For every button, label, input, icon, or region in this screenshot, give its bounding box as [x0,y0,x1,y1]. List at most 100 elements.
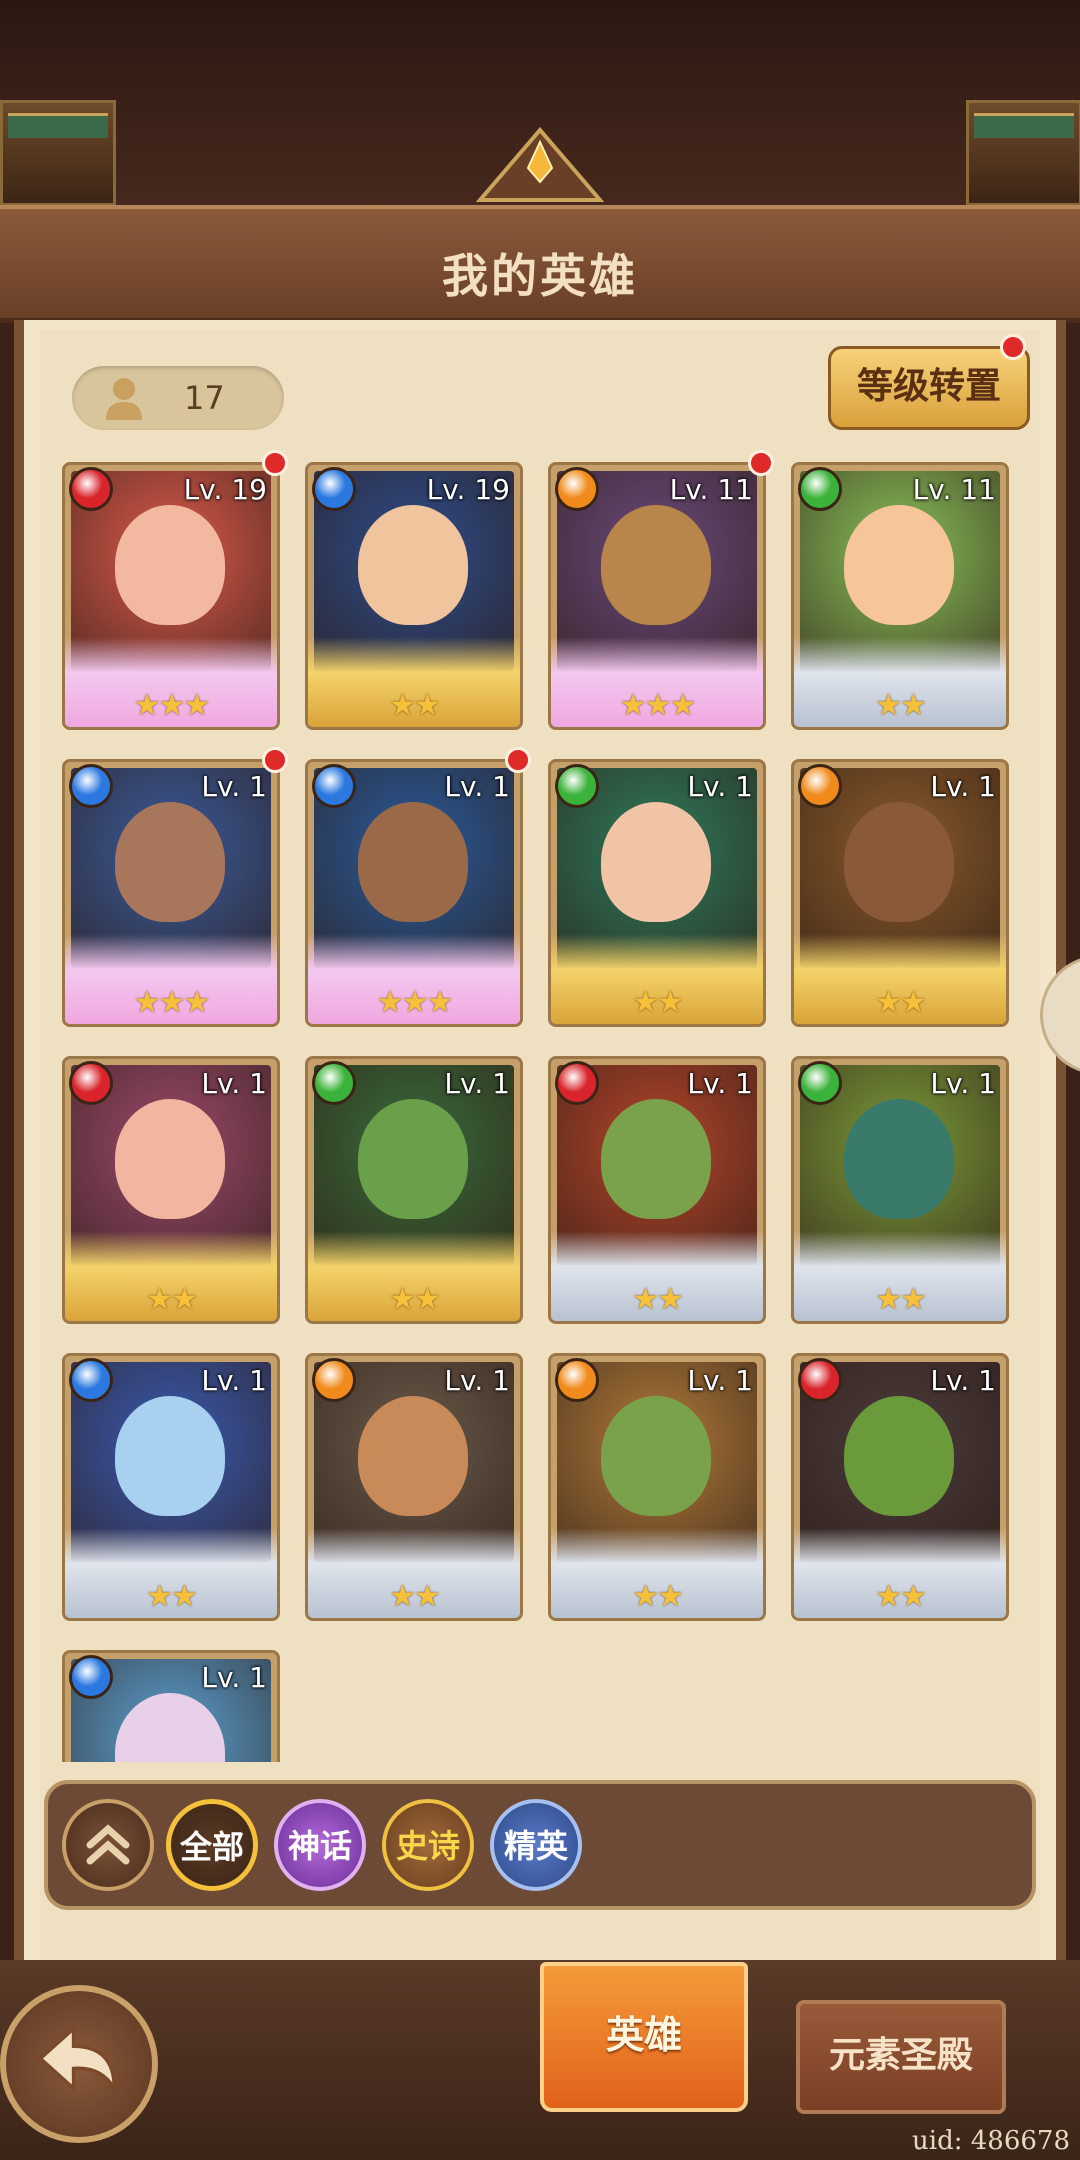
water-element-icon [312,467,356,511]
hero-card[interactable]: Lv. 19 ★★★ [62,462,280,730]
hero-stars: ★★ [389,1282,441,1317]
water-element-icon [312,764,356,808]
wind-element-icon [555,764,599,808]
user-id-label: uid: 486678 [912,2126,1070,2156]
hero-notification-dot [262,450,288,476]
level-transfer-button[interactable]: 等级转置 [828,346,1030,430]
rarity-filter-bar: 全部 神话 史诗 精英 [44,1780,1036,1910]
fire-element-icon [555,1061,599,1105]
wind-element-icon [798,467,842,511]
water-element-icon [69,1358,113,1402]
hero-card[interactable]: Lv. 1 ★★ [62,1353,280,1621]
hero-level: Lv. 1 [201,1364,267,1397]
hero-card[interactable]: Lv. 1 ★★ [791,1056,1009,1324]
hero-card[interactable]: Lv. 11 ★★ [791,462,1009,730]
hero-card[interactable]: Lv. 1 ★★ [548,1353,766,1621]
hero-stars: ★★★ [133,985,211,1020]
earth-element-icon [312,1358,356,1402]
water-element-icon [69,1655,113,1699]
hero-stars: ★★★ [376,985,454,1020]
collapse-filter-button[interactable] [62,1799,154,1891]
wind-element-icon [312,1061,356,1105]
hero-stars: ★★ [875,985,927,1020]
hero-level: Lv. 1 [687,1364,753,1397]
earth-element-icon [798,764,842,808]
hero-card[interactable]: Lv. 1 ★★ [791,759,1009,1027]
hero-level: Lv. 1 [687,1067,753,1100]
tab-elemental-temple[interactable]: 元素圣殿 [796,2000,1006,2114]
hero-card[interactable]: Lv. 1 ★★★ [305,759,523,1027]
hero-face [844,1099,954,1219]
hero-card[interactable]: Lv. 1 [62,1650,280,1762]
hero-count-badge: 17 [72,366,284,430]
hero-face [358,1099,468,1219]
hero-face [115,802,225,922]
hero-face [358,505,468,625]
left-pillar-decoration [0,100,116,206]
hero-stars: ★★ [146,1579,198,1614]
hero-level: Lv. 1 [444,770,510,803]
hero-notification-dot [505,747,531,773]
hero-card[interactable]: Lv. 1 ★★ [305,1056,523,1324]
hero-level: Lv. 11 [912,473,996,506]
hero-level: Lv. 1 [930,1364,996,1397]
hero-count-value: 17 [184,379,225,417]
hero-card[interactable]: Lv. 11 ★★★ [548,462,766,730]
hero-level: Lv. 19 [426,473,510,506]
earth-element-icon [555,467,599,511]
crest-ornament-icon [475,126,605,202]
back-arrow-icon [38,2025,116,2095]
hero-level: Lv. 1 [687,770,753,803]
hero-level: Lv. 19 [183,473,267,506]
filter-epic-button[interactable]: 史诗 [382,1799,474,1891]
hero-grid: Lv. 19 ★★★ Lv. 19 ★★ Lv. 11 ★★★ Lv. 11 ★★ Lv. 1 ★… [62,462,1018,1762]
hero-face [844,505,954,625]
hero-face [115,1099,225,1219]
hero-card[interactable]: Lv. 1 ★★ [548,759,766,1027]
hero-face [601,802,711,922]
hero-face [601,505,711,625]
hero-stars: ★★ [146,1282,198,1317]
level-transfer-notification-dot [1000,334,1026,360]
hero-level: Lv. 1 [444,1067,510,1100]
hero-notification-dot [262,747,288,773]
page-title: 我的英雄 [442,249,638,303]
back-button[interactable] [0,1985,158,2143]
hero-face [844,802,954,922]
hero-stars: ★★ [389,1579,441,1614]
hero-face [601,1099,711,1219]
person-icon [106,378,142,420]
hero-level: Lv. 1 [201,1661,267,1694]
wind-element-icon [798,1061,842,1105]
hero-stars: ★★★ [619,688,697,723]
hero-card[interactable]: Lv. 1 ★★ [791,1353,1009,1621]
filter-elite-button[interactable]: 精英 [490,1799,582,1891]
right-pillar-decoration [966,100,1080,206]
hero-level: Lv. 1 [201,1067,267,1100]
hero-card[interactable]: Lv. 1 ★★ [305,1353,523,1621]
hero-level: Lv. 1 [201,770,267,803]
hero-face [358,1396,468,1516]
hero-face [358,802,468,922]
earth-element-icon [555,1358,599,1402]
hero-card[interactable]: Lv. 19 ★★ [305,462,523,730]
hero-card[interactable]: Lv. 1 ★★ [62,1056,280,1324]
fire-element-icon [69,467,113,511]
tab-heroes[interactable]: 英雄 [540,1962,748,2112]
hero-stars: ★★ [632,1282,684,1317]
hero-level: Lv. 1 [930,770,996,803]
hero-stars: ★★ [875,1282,927,1317]
hero-level: Lv. 11 [669,473,753,506]
fire-element-icon [69,1061,113,1105]
hero-card[interactable]: Lv. 1 ★★★ [62,759,280,1027]
hero-level: Lv. 1 [444,1364,510,1397]
hero-stars: ★★ [632,1579,684,1614]
hero-face [844,1396,954,1516]
hero-face [115,1396,225,1516]
hero-card[interactable]: Lv. 1 ★★ [548,1056,766,1324]
hero-notification-dot [748,450,774,476]
filter-all-button[interactable]: 全部 [166,1799,258,1891]
hero-stars: ★★ [875,1579,927,1614]
filter-mythic-button[interactable]: 神话 [274,1799,366,1891]
hero-face [601,1396,711,1516]
